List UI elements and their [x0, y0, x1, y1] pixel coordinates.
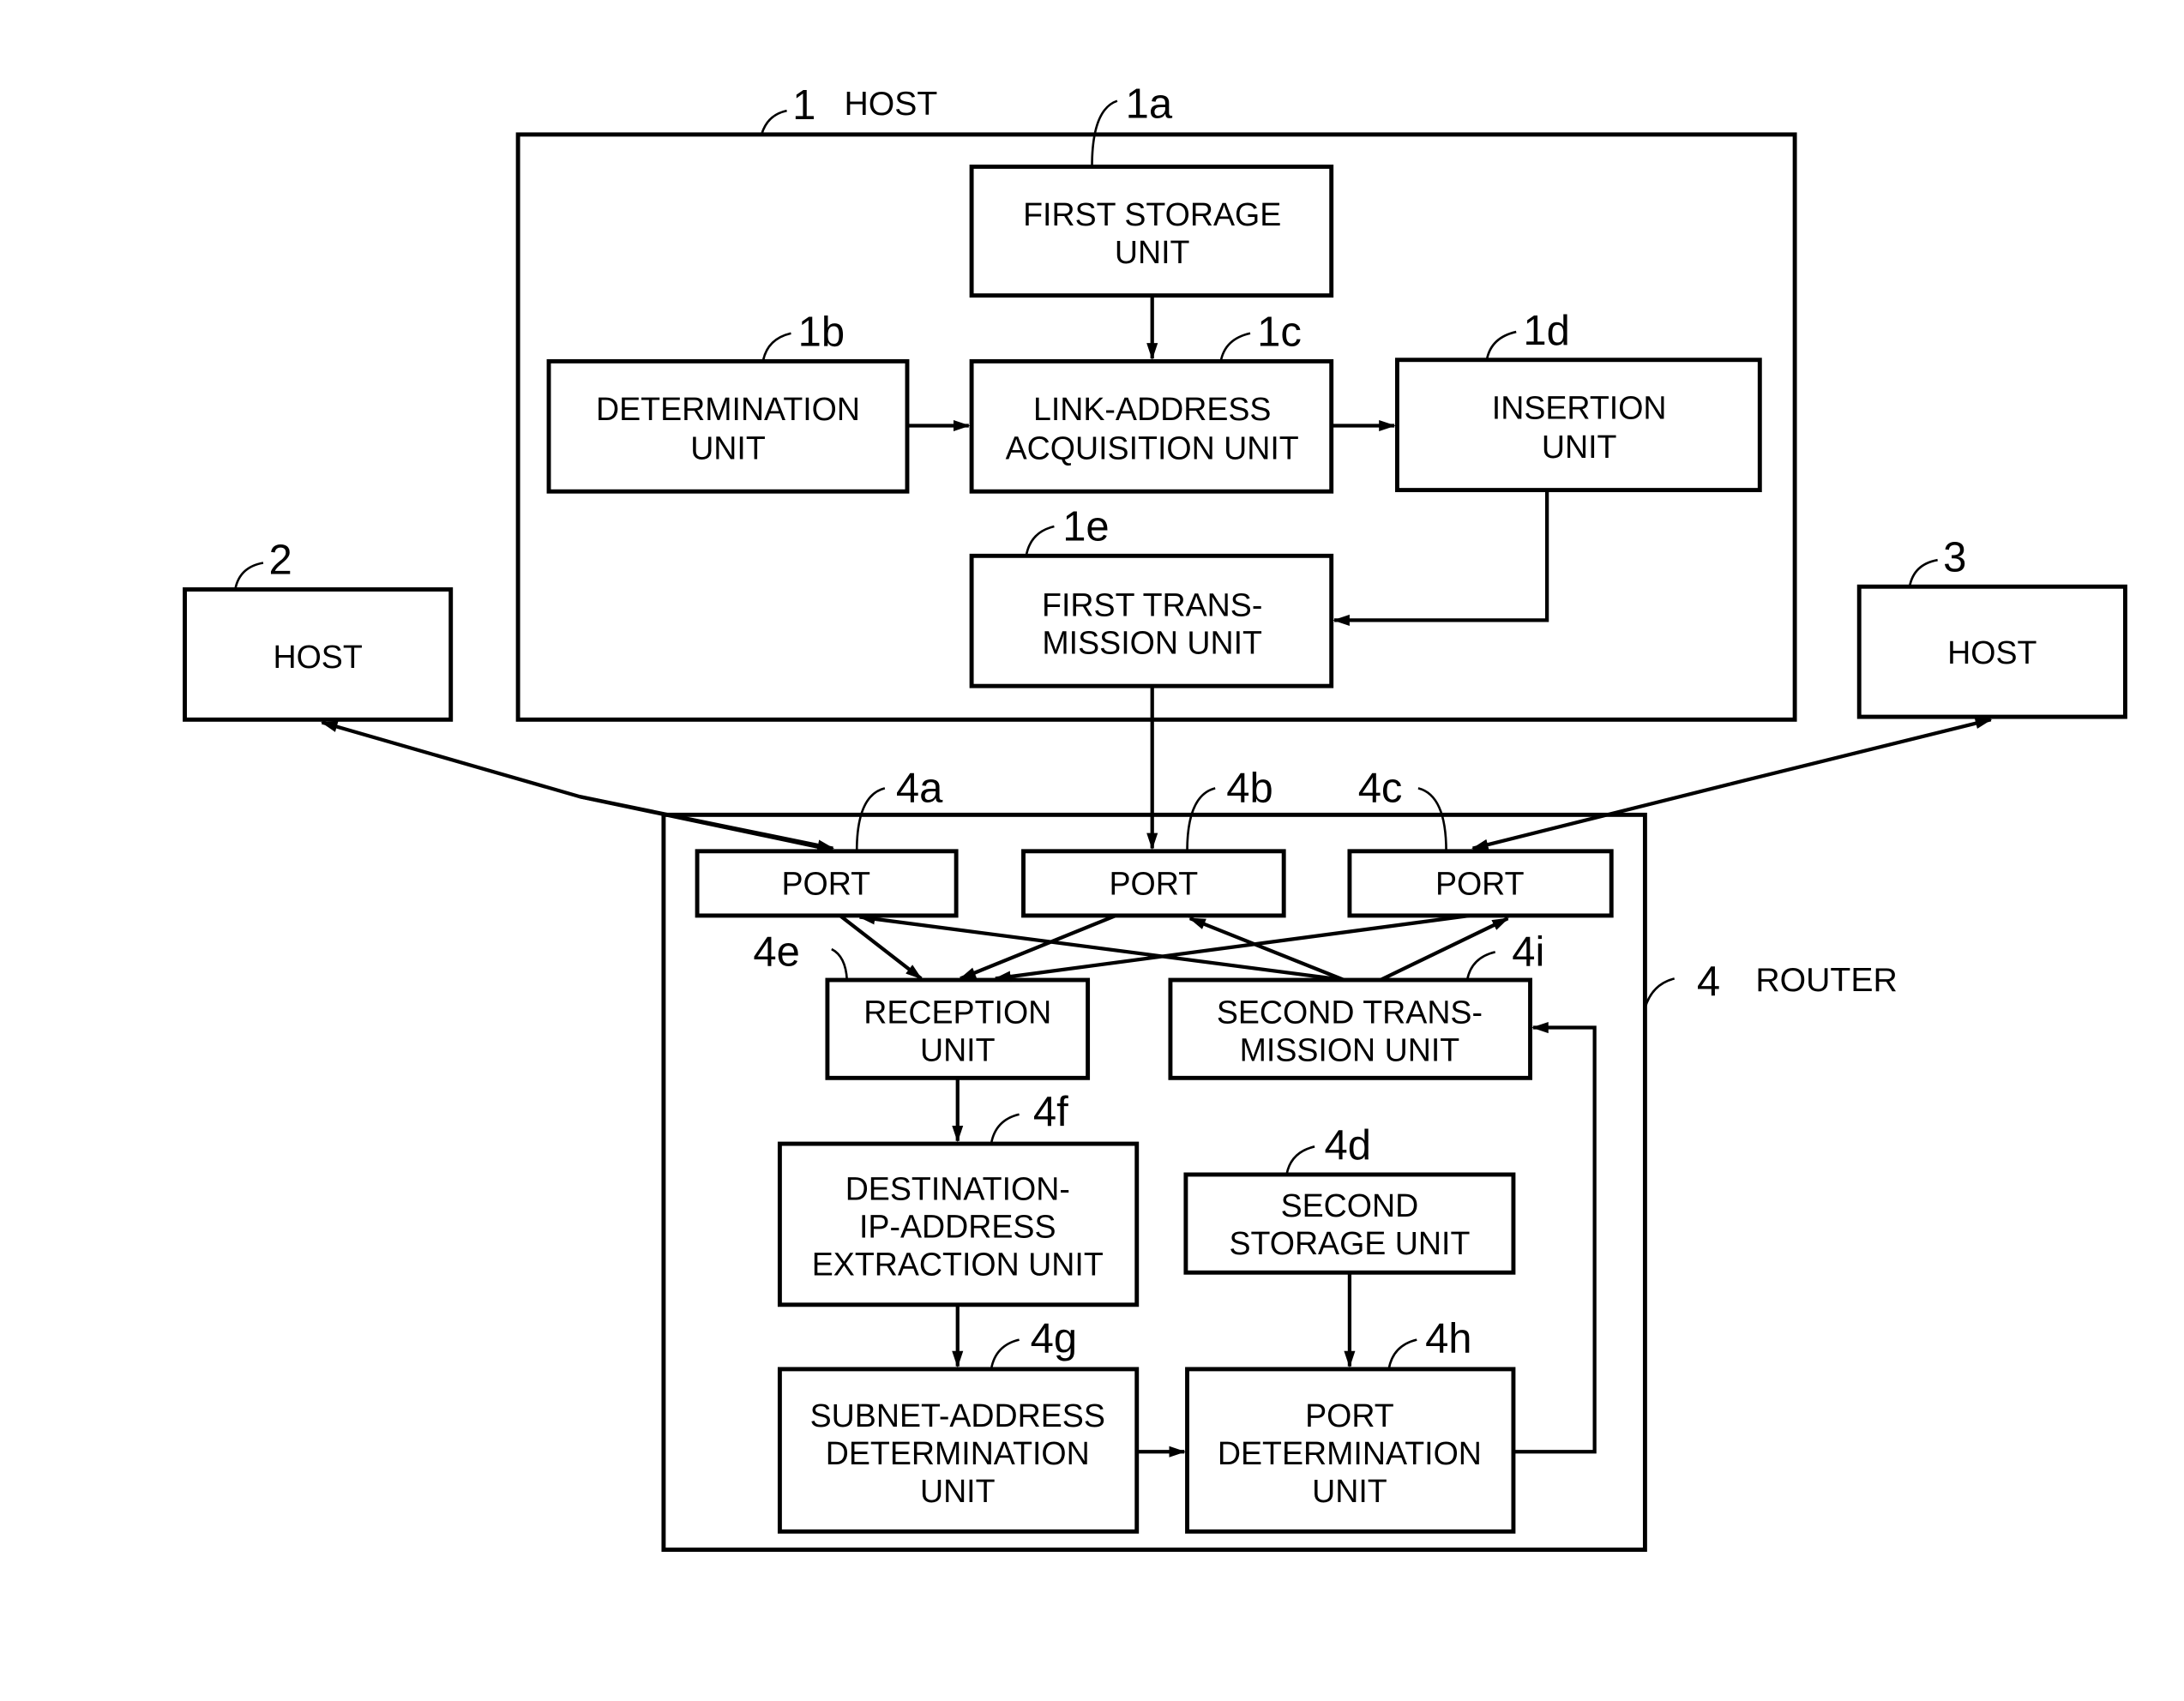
subnet-address-line-3: UNIT [920, 1473, 996, 1509]
arrow-to-host-2 [320, 720, 581, 799]
link-address-line-2: ACQUISITION UNIT [1006, 430, 1299, 466]
second-storage-ref: 4d [1325, 1122, 1371, 1169]
router-block: 4 ROUTER PORT 4a PORT 4b PORT 4c RECEPTI… [661, 766, 1898, 1552]
host-1-leader [760, 109, 787, 135]
link-address-line-1: LINK-ADDRESS [1033, 391, 1272, 427]
host-1-ref: 1 [792, 82, 815, 129]
host-1-label: HOST [845, 86, 938, 123]
arrow-to-host-3 [1730, 718, 1993, 786]
port-4c-ref: 4c [1358, 766, 1403, 812]
reception-ref: 4e [753, 929, 799, 976]
second-transmission-ref: 4i [1512, 929, 1544, 976]
determination-line-2: UNIT [690, 430, 766, 466]
first-transmission-ref: 1e [1062, 503, 1109, 550]
port-4a-label: PORT [781, 865, 870, 901]
host-3-ref: 3 [1943, 534, 1966, 580]
second-transmission-line-2: MISSION UNIT [1240, 1032, 1460, 1068]
destination-ip-line-3: EXTRACTION UNIT [812, 1247, 1104, 1283]
port-determination-line-1: PORT [1305, 1397, 1394, 1434]
reception-line-1: RECEPTION [863, 995, 1051, 1031]
port-determination-line-3: UNIT [1312, 1473, 1387, 1509]
port-4b-ref: 4b [1226, 766, 1272, 812]
host-3-leader [1908, 558, 1938, 587]
host-3-label: HOST [1947, 634, 2037, 670]
first-transmission-line-2: MISSION UNIT [1042, 625, 1262, 661]
router-leader [1644, 977, 1676, 1009]
destination-ip-ref: 4f [1033, 1089, 1068, 1135]
first-transmission-line-1: FIRST TRANS- [1042, 587, 1262, 623]
network-block-diagram: 1 HOST FIRST STORAGE UNIT 1a DETERMINATI… [183, 81, 2127, 1552]
second-transmission-line-1: SECOND TRANS- [1217, 995, 1483, 1031]
destination-ip-line-2: IP-ADDRESS [859, 1208, 1056, 1244]
host-2-block: HOST 2 [183, 538, 454, 722]
port-4b-label: PORT [1110, 865, 1199, 901]
subnet-address-line-1: SUBNET-ADDRESS [810, 1397, 1105, 1434]
host-2-leader [234, 562, 264, 590]
destination-ip-line-1: DESTINATION- [845, 1170, 1070, 1206]
insertion-ref: 1d [1523, 308, 1569, 354]
first-storage-unit: FIRST STORAGE UNIT 1a [969, 81, 1334, 298]
second-storage-line-1: SECOND [1281, 1187, 1419, 1223]
subnet-address-ref: 4g [1031, 1315, 1077, 1361]
first-storage-ref: 1a [1126, 81, 1173, 127]
insertion-line-1: INSERTION [1492, 389, 1667, 425]
port-determination-line-2: DETERMINATION [1218, 1435, 1482, 1471]
determination-ref: 1b [798, 309, 845, 355]
port-determination-ref: 4h [1425, 1315, 1471, 1361]
insertion-line-2: UNIT [1542, 429, 1617, 465]
first-storage-line-1: FIRST STORAGE [1023, 196, 1281, 232]
host-1-block: 1 HOST FIRST STORAGE UNIT 1a DETERMINATI… [515, 81, 1797, 722]
subnet-address-line-2: DETERMINATION [826, 1435, 1090, 1471]
determination-line-1: DETERMINATION [596, 391, 860, 427]
router-ref: 4 [1697, 959, 1720, 1005]
first-storage-line-2: UNIT [1115, 234, 1190, 270]
link-address-ref: 1c [1257, 309, 1302, 355]
port-4a-ref: 4a [896, 766, 943, 812]
host-2-label: HOST [273, 639, 362, 675]
port-4c-label: PORT [1435, 865, 1525, 901]
second-storage-line-2: STORAGE UNIT [1229, 1225, 1470, 1261]
host-2-ref: 2 [268, 538, 292, 584]
router-label: ROUTER [1755, 962, 1897, 999]
reception-line-2: UNIT [920, 1032, 996, 1068]
host-3-block: HOST 3 [1856, 534, 2127, 719]
